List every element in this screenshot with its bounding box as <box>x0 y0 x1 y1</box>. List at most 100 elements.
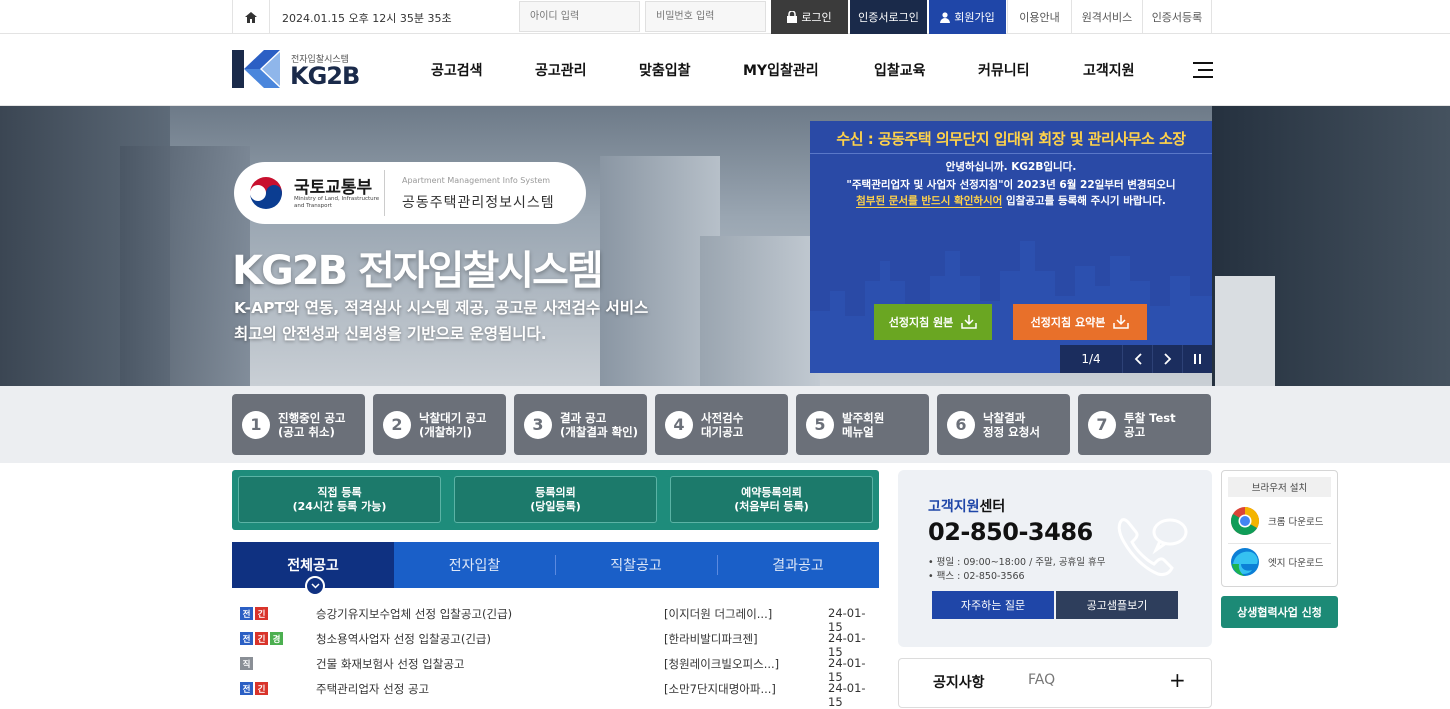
quick-number: 2 <box>383 410 411 439</box>
customer-center: 고객지원센터 02-850-3486 • 평일 : 09:00~18:00 / … <box>898 470 1212 647</box>
more-plus-button[interactable]: + <box>1169 668 1186 692</box>
ministry-name: 국토교통부 <box>294 178 373 198</box>
notice-org: [한라비발디파크젠] <box>664 632 758 646</box>
notice-org: [소만7단지대명아파...] <box>664 682 776 696</box>
link-cert-register[interactable]: 인증서등록 <box>1142 0 1212 34</box>
quick-label: 낙찰대기 공고 (개찰하기) <box>419 410 487 439</box>
join-button[interactable]: 회원가입 <box>929 0 1006 34</box>
notice-row[interactable]: 직 건물 화재보험사 선정 입찰공고 [청원레이크빌오피스...] 24-01-… <box>232 652 879 684</box>
building-image <box>700 236 820 386</box>
nav-custom-bid[interactable]: 맞춤입찰 <box>639 60 691 80</box>
tab-e-bid[interactable]: 전자입찰 <box>394 542 555 588</box>
notice-title[interactable]: 주택관리업자 선정 공고 <box>316 681 429 697</box>
system-name-en: Apartment Management Info System <box>402 176 551 185</box>
kg2b-logo-icon[interactable] <box>232 50 282 88</box>
tab-notice[interactable]: 공지사항 <box>933 672 985 692</box>
tab-result[interactable]: 결과공고 <box>717 542 879 588</box>
quick-label: 투찰 Test 공고 <box>1124 410 1176 439</box>
chrome-icon <box>1231 507 1259 535</box>
hero-banner: 국토교통부 Ministry of Land, Infrastructure a… <box>0 106 1450 386</box>
tag-competitive: 경 <box>270 632 283 645</box>
notice-date: 24-01-15 <box>828 681 866 709</box>
customer-fax: • 팩스 : 02-850-3566 <box>928 571 1025 582</box>
tag-urgent: 긴 <box>255 607 268 620</box>
quick-result[interactable]: 3 결과 공고 (개찰결과 확인) <box>514 394 647 455</box>
win-win-cooperation-button[interactable]: 상생협력사업 신청 <box>1221 596 1338 628</box>
notice-line-3-rest: 입찰공고를 등록해 주시기 바랍니다. <box>1002 195 1166 207</box>
notice-title[interactable]: 건물 화재보험사 선정 입찰공고 <box>316 656 465 672</box>
request-register-button[interactable]: 등록의뢰 (당일등록) <box>454 476 657 523</box>
chevron-right-icon <box>1163 353 1171 365</box>
quick-number: 4 <box>665 410 693 439</box>
browser-divider <box>1228 543 1331 544</box>
notice-row[interactable]: 전 긴 승강기유지보수업체 선정 입찰공고(긴급) [이지더원 더그레이...]… <box>232 602 879 634</box>
quick-number: 3 <box>524 410 552 439</box>
quick-number: 7 <box>1088 410 1116 439</box>
pause-slide-button[interactable] <box>1182 345 1212 373</box>
notice-row[interactable]: 전 긴 주택관리업자 선정 공고 [소만7단지대명아파...] 24-01-15 <box>232 677 879 709</box>
hero-subtitle-1: K-APT와 연동, 적격심사 시스템 제공, 공고문 사전검수 서비스 <box>234 299 649 317</box>
edge-download[interactable]: 엣지 다운로드 <box>1230 547 1323 577</box>
quick-manual[interactable]: 5 발주회원 메뉴얼 <box>796 394 929 455</box>
prev-slide-button[interactable] <box>1122 345 1152 373</box>
reserve-register-button[interactable]: 예약등록의뢰 (처음부터 등록) <box>670 476 873 523</box>
nav-support[interactable]: 고객지원 <box>1083 60 1135 80</box>
next-slide-button[interactable] <box>1152 345 1182 373</box>
guideline-original-label: 선정지침 원본 <box>888 316 954 329</box>
quick-precheck[interactable]: 4 사전검수 대기공고 <box>655 394 788 455</box>
current-datetime: 2024.01.15 오후 12시 35분 35초 <box>282 12 452 25</box>
nav-community[interactable]: 커뮤니티 <box>978 60 1030 80</box>
logo-title[interactable]: KG2B <box>290 62 360 90</box>
quick-menu-bar: 1 진행중인 공고 (공고 취소) 2 낙찰대기 공고 (개찰하기) 3 결과 공고… <box>0 386 1450 463</box>
login-button[interactable]: 로그인 <box>771 0 848 34</box>
home-button[interactable] <box>232 0 270 34</box>
notice-title[interactable]: 청소용역사업자 선정 입찰공고(긴급) <box>316 631 491 647</box>
guideline-original-button[interactable]: 선정지침 원본 <box>874 304 992 340</box>
link-guide[interactable]: 이용안내 <box>1007 0 1071 34</box>
customer-center-title: 고객지원센터 <box>928 499 1006 515</box>
nav-notice-search[interactable]: 공고검색 <box>431 60 483 80</box>
pause-icon <box>1193 354 1201 364</box>
guideline-summary-button[interactable]: 선정지침 요약본 <box>1013 304 1147 340</box>
quick-test[interactable]: 7 투찰 Test 공고 <box>1078 394 1211 455</box>
direct-register-button[interactable]: 직접 등록 (24시간 등록 가능) <box>238 476 441 523</box>
notice-line-3: 첨부된 문서를 반드시 확인하시어 입찰공고를 등록해 주시기 바랍니다. <box>810 193 1212 208</box>
home-icon <box>245 11 257 23</box>
notice-row[interactable]: 전 긴 경 청소용역사업자 선정 입찰공고(긴급) [한라비발디파크젠] 24-… <box>232 627 879 659</box>
notice-popup: 수신 : 공동주택 의무단지 입대위 회장 및 관리사무소 소장 안녕하십니까.… <box>810 121 1212 373</box>
cert-login-label: 인증서로그인 <box>858 11 919 24</box>
ministry-badge: 국토교통부 Ministry of Land, Infrastructure a… <box>234 162 586 224</box>
badge-divider <box>384 170 385 216</box>
notice-line-1: 안녕하십니까. KG2B입니다. <box>945 161 1077 173</box>
nav-my-bid[interactable]: MY입찰관리 <box>743 60 819 80</box>
user-icon <box>940 11 951 23</box>
tag-direct: 직 <box>240 657 253 670</box>
sample-notice-button[interactable]: 공고샘플보기 <box>1056 591 1178 619</box>
notice-title[interactable]: 승강기유지보수업체 선정 입찰공고(긴급) <box>316 606 512 622</box>
tab-faq[interactable]: FAQ <box>1028 672 1055 688</box>
slide-pager: 1/4 <box>1060 345 1212 373</box>
nav-notice-manage[interactable]: 공고관리 <box>535 60 587 80</box>
password-input[interactable] <box>645 1 766 32</box>
board-tabs: 공지사항 FAQ + <box>898 658 1212 708</box>
id-input[interactable] <box>519 1 640 32</box>
notice-divider <box>810 153 1212 154</box>
quick-number: 1 <box>242 410 270 439</box>
registration-box: 직접 등록 (24시간 등록 가능) 등록의뢰 (당일등록) 예약등록의뢰 (처음부터… <box>232 470 879 530</box>
edge-download-label: 엣지 다운로드 <box>1268 558 1324 569</box>
quick-correction[interactable]: 6 낙찰결과 정정 요청서 <box>937 394 1070 455</box>
tag-urgent: 긴 <box>255 682 268 695</box>
tab-direct[interactable]: 직찰공고 <box>555 542 717 588</box>
cert-login-button[interactable]: 인증서로그인 <box>850 0 927 34</box>
nav-education[interactable]: 입찰교육 <box>874 60 926 80</box>
browser-install-title: 브라우저 설치 <box>1228 477 1331 497</box>
quick-ongoing[interactable]: 1 진행중인 공고 (공고 취소) <box>232 394 365 455</box>
chevron-down-icon <box>310 583 320 589</box>
customer-hours: • 평일 : 09:00~18:00 / 주말, 공휴일 휴무 <box>928 557 1106 568</box>
faq-button[interactable]: 자주하는 질문 <box>932 591 1054 619</box>
tag-electronic: 전 <box>240 682 253 695</box>
chrome-download[interactable]: 크롬 다운로드 <box>1230 506 1323 536</box>
quick-waiting[interactable]: 2 낙찰대기 공고 (개찰하기) <box>373 394 506 455</box>
hamburger-menu-icon[interactable] <box>1193 62 1213 78</box>
link-remote[interactable]: 원격서비스 <box>1071 0 1142 34</box>
